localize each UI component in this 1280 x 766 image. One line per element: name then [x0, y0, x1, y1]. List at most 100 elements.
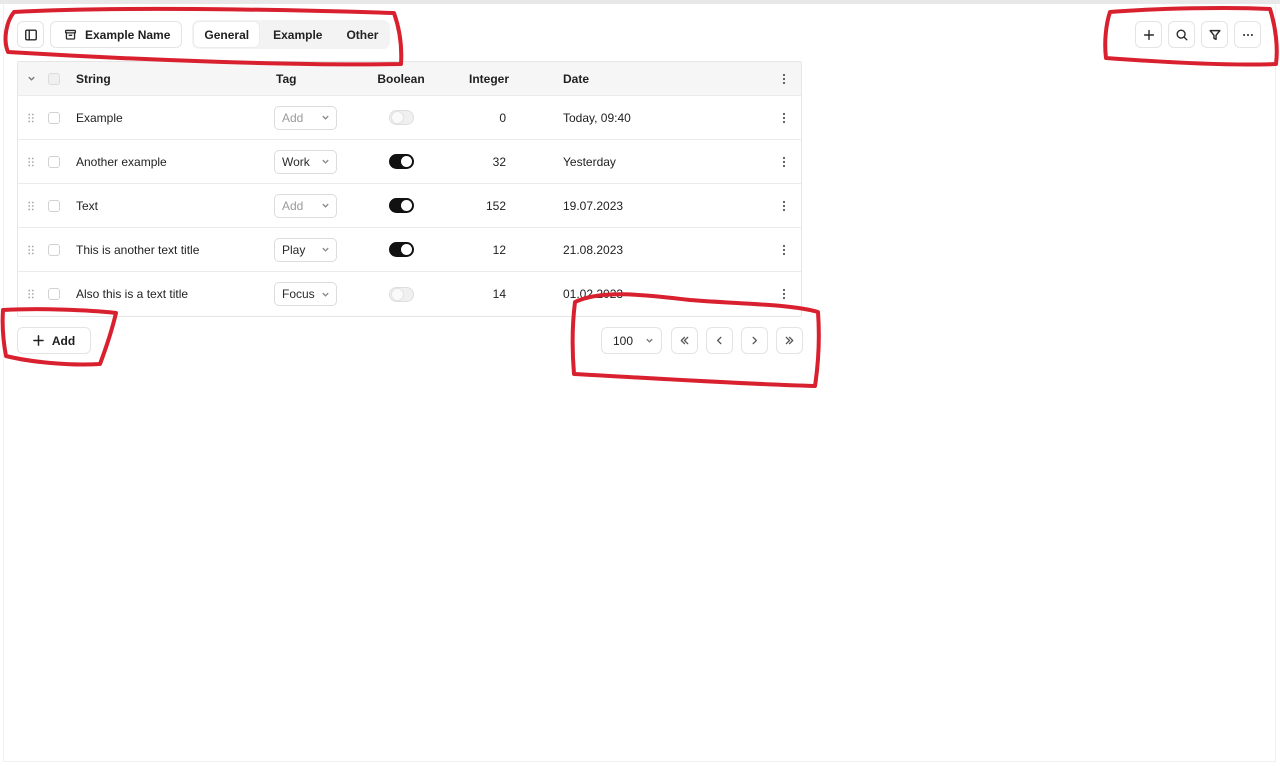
cell-tag: Work [274, 140, 337, 183]
row-checkbox[interactable] [48, 111, 60, 124]
page-size-select[interactable]: 100 [601, 327, 662, 354]
row-checkbox[interactable] [48, 155, 60, 168]
cell-string[interactable]: Another example [76, 140, 167, 183]
tab-general[interactable]: General [194, 22, 260, 47]
cell-string[interactable]: This is another text title [76, 228, 199, 271]
column-header-tag[interactable]: Tag [276, 62, 296, 95]
add-row-button[interactable]: Add [17, 327, 91, 354]
row-menu-button[interactable] [777, 96, 791, 139]
row-checkbox-cell [47, 96, 61, 139]
row-menu-button[interactable] [777, 228, 791, 271]
cell-integer[interactable]: 14 [458, 272, 506, 316]
cell-tag: Play [274, 228, 337, 271]
cell-string[interactable]: Text [76, 184, 98, 227]
kebab-icon [782, 244, 786, 255]
table-header-row: String Tag Boolean Integer Date [18, 62, 801, 96]
cell-integer[interactable]: 12 [458, 228, 506, 271]
toggle-knob [400, 200, 412, 211]
row-checkbox[interactable] [48, 288, 60, 300]
kebab-icon [782, 73, 786, 84]
search-button[interactable] [1168, 21, 1195, 48]
toggle-knob [391, 288, 403, 300]
drag-handle[interactable] [24, 272, 38, 316]
cell-integer[interactable]: 152 [458, 184, 506, 227]
tag-value: Add [282, 110, 304, 125]
column-header-integer[interactable]: Integer [469, 62, 517, 95]
pagination: 100 [601, 327, 803, 354]
tag-select[interactable]: Play [274, 237, 337, 262]
next-page-button[interactable] [741, 327, 768, 354]
row-menu-button[interactable] [777, 272, 791, 316]
boolean-toggle[interactable] [388, 242, 414, 257]
chevron-down-icon [27, 76, 35, 81]
add-button[interactable] [1135, 21, 1162, 48]
column-header-date[interactable]: Date [563, 62, 589, 95]
cell-date[interactable]: Today, 09:40 [563, 96, 631, 139]
tag-value: Work [282, 154, 310, 169]
tag-select[interactable]: Work [274, 149, 337, 174]
filter-icon [1208, 29, 1221, 40]
cell-boolean [379, 272, 423, 316]
table-row: This is another text title Play 12 21.08… [18, 228, 801, 272]
cell-date[interactable]: 19.07.2023 [563, 184, 623, 227]
chevron-down-icon [322, 159, 329, 164]
toggle-knob [400, 156, 412, 167]
filter-button[interactable] [1201, 21, 1228, 48]
drag-handle[interactable] [24, 228, 38, 271]
cell-string[interactable]: Also this is a text title [76, 272, 188, 316]
cell-integer[interactable]: 0 [458, 96, 506, 139]
select-all-checkbox-cell [47, 62, 61, 95]
boolean-toggle[interactable] [388, 286, 414, 302]
tab-example[interactable]: Example [263, 22, 332, 47]
row-menu-button[interactable] [777, 140, 791, 183]
example-name-button[interactable]: Example Name [50, 21, 183, 48]
boolean-toggle[interactable] [388, 198, 414, 213]
cell-tag: Add [274, 184, 337, 227]
drag-handle[interactable] [24, 184, 38, 227]
previous-page-button[interactable] [706, 327, 733, 354]
column-header-boolean[interactable]: Boolean [377, 62, 424, 95]
select-all-checkbox[interactable] [48, 72, 60, 85]
kebab-icon [782, 156, 786, 167]
search-icon [1175, 28, 1188, 41]
column-header-string[interactable]: String [76, 62, 111, 95]
sidebar-toggle-button[interactable] [17, 21, 44, 48]
first-page-button[interactable] [671, 327, 698, 354]
cell-boolean [379, 96, 423, 139]
table-body: Example Add 0 Today, 09:40 Another examp… [18, 96, 801, 316]
toolbar-left: Example Name General Example Other [17, 20, 391, 49]
cell-date[interactable]: Yesterday [563, 140, 616, 183]
plus-icon [33, 335, 44, 346]
drag-handle[interactable] [24, 140, 38, 183]
row-checkbox[interactable] [48, 199, 60, 212]
cell-string[interactable]: Example [76, 96, 123, 139]
row-checkbox-cell [47, 140, 61, 183]
cell-date[interactable]: 01.02.2023 [563, 272, 623, 316]
drag-handle-icon [28, 113, 34, 122]
chevron-down-icon [646, 338, 653, 343]
tag-select[interactable]: Focus [274, 282, 337, 306]
cell-tag: Add [274, 96, 337, 139]
tag-value: Play [282, 242, 306, 257]
chevron-down-icon [322, 115, 329, 120]
drag-handle[interactable] [24, 96, 38, 139]
view-tabs: General Example Other [192, 20, 391, 49]
row-checkbox[interactable] [48, 243, 60, 256]
row-menu-button[interactable] [777, 184, 791, 227]
toolbar-right [1135, 21, 1261, 48]
more-options-button[interactable] [1234, 21, 1261, 48]
table-row: Text Add 152 19.07.2023 [18, 184, 801, 228]
expand-all-toggle[interactable] [24, 62, 38, 95]
cell-date[interactable]: 21.08.2023 [563, 228, 623, 271]
boolean-toggle[interactable] [388, 110, 414, 125]
tag-select[interactable]: Add [274, 105, 337, 130]
column-menu-button[interactable] [777, 62, 791, 95]
cell-tag: Focus [274, 272, 337, 316]
last-page-button[interactable] [776, 327, 803, 354]
boolean-toggle[interactable] [388, 154, 414, 169]
tab-other[interactable]: Other [336, 22, 388, 47]
kebab-icon [782, 288, 786, 300]
tag-select[interactable]: Add [274, 193, 337, 218]
tag-value: Focus [282, 287, 315, 301]
cell-integer[interactable]: 32 [458, 140, 506, 183]
